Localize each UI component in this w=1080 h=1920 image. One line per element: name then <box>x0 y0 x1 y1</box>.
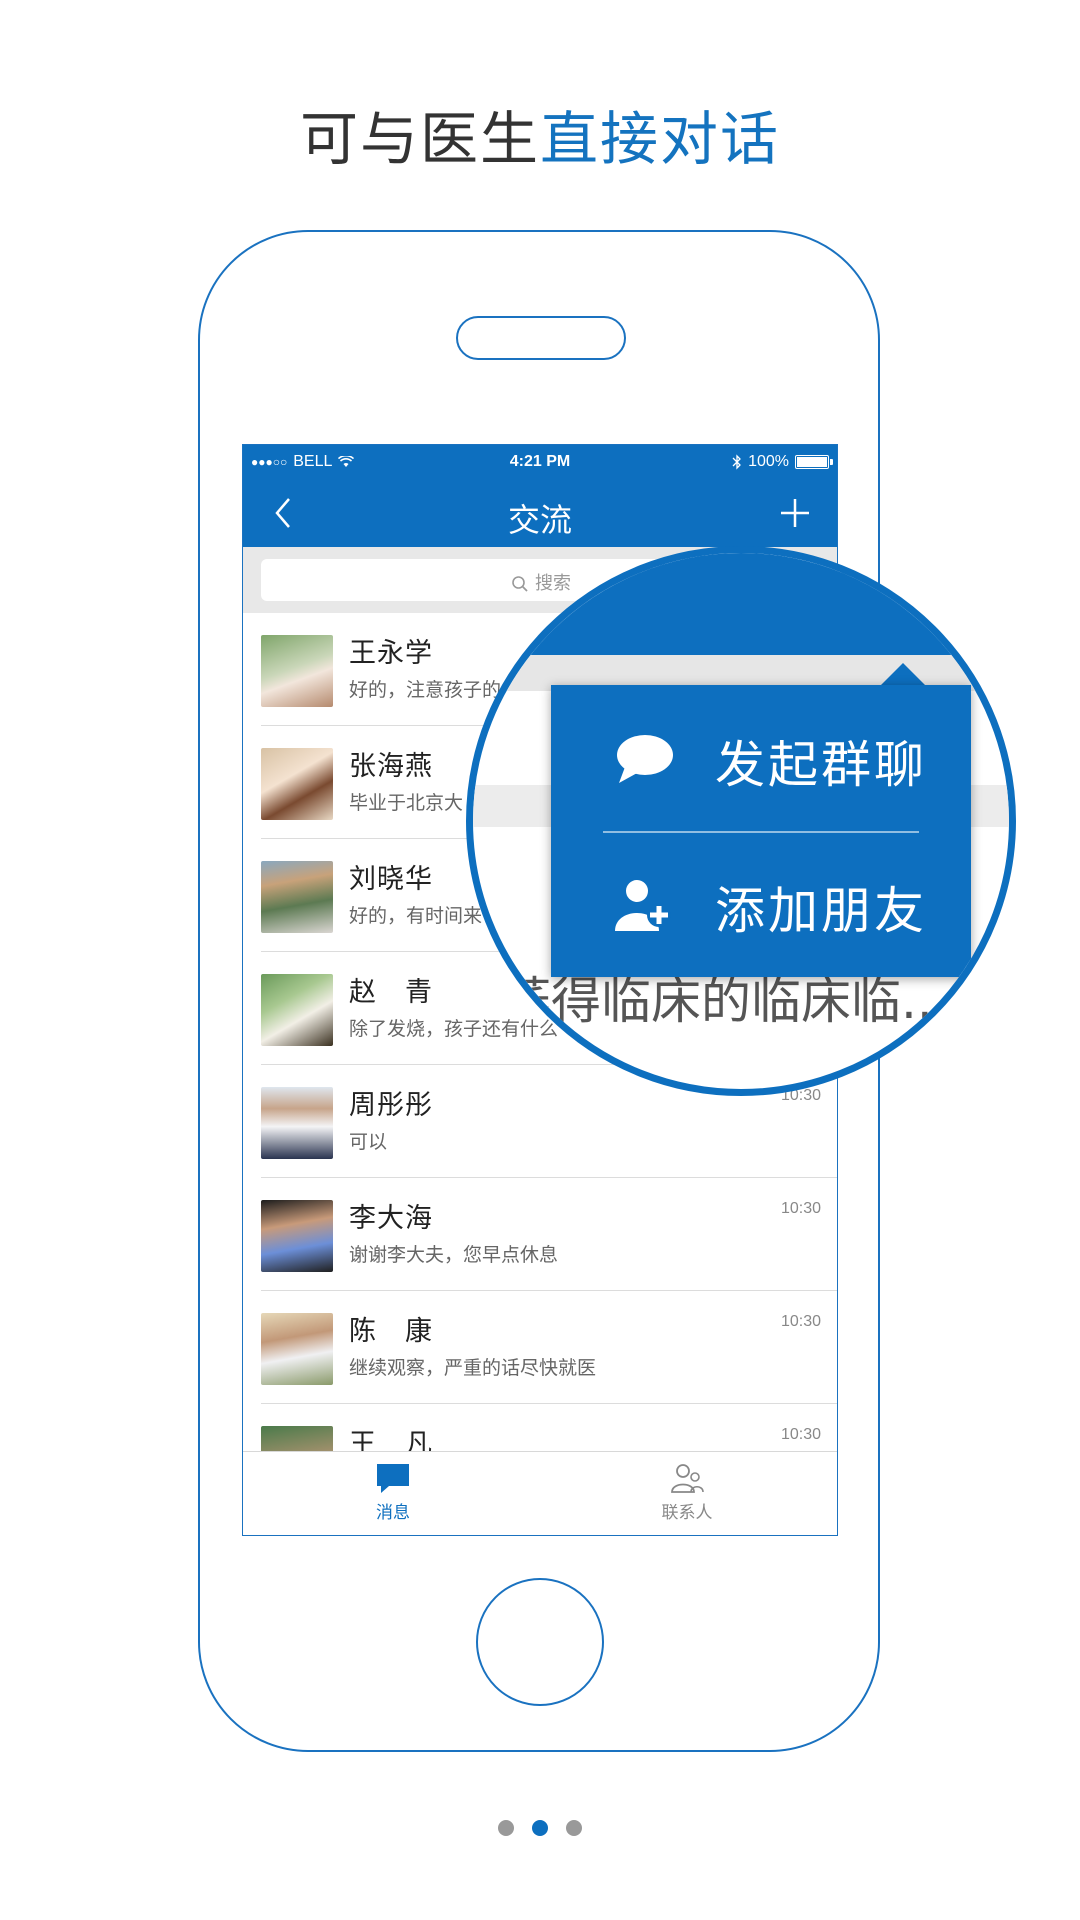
magnifier-zoom: 荞得临床的临床临... 发起群聊 添加朋友 <box>466 546 1016 1096</box>
message-time: 10:30 <box>780 1426 821 1443</box>
contact-name: 周彤彤 <box>349 1090 433 1121</box>
contact-name: 李大海 <box>349 1203 433 1234</box>
avatar <box>261 1087 333 1159</box>
headline-plain: 可与医生 <box>299 105 540 173</box>
status-bar: ●●●○○ BELL 4:21 PM 100% <box>243 445 837 479</box>
nav-bar: 交流 <box>243 479 837 547</box>
popup-caret <box>879 663 927 687</box>
battery-icon <box>795 455 833 469</box>
avatar <box>261 748 333 820</box>
add-friend-icon <box>615 880 671 931</box>
nav-title: 交流 <box>507 501 572 539</box>
battery-percent: 100% <box>748 453 789 470</box>
message-time: 10:30 <box>780 1200 821 1217</box>
menu-item-add-friend[interactable]: 添加朋友 <box>551 831 971 977</box>
last-message: 可以 <box>349 1131 388 1153</box>
menu-item-group-chat[interactable]: 发起群聊 <box>551 685 971 831</box>
last-message: 继续观察，严重的话尽快就医 <box>349 1357 597 1379</box>
tab-contacts-label: 联系人 <box>661 1503 713 1523</box>
conversation-row[interactable]: 陈 康 继续观察，严重的话尽快就医 10:30 <box>243 1291 837 1404</box>
last-message: 好的，有时间来 <box>349 905 483 927</box>
contact-name: 陈 康 <box>349 1316 433 1347</box>
phone-home-button[interactable] <box>476 1578 604 1706</box>
menu-item-label: 添加朋友 <box>715 882 927 940</box>
avatar <box>261 861 333 933</box>
contacts-icon <box>671 1464 704 1493</box>
tab-bar: 消息 联系人 <box>243 1451 837 1535</box>
conversation-row[interactable]: 李大海 谢谢李大夫，您早点休息 10:30 <box>243 1178 837 1291</box>
bluetooth-icon <box>732 454 741 470</box>
phone-speaker <box>456 316 626 360</box>
page-dot[interactable] <box>498 1820 514 1836</box>
headline-accent: 直接对话 <box>540 105 781 173</box>
menu-item-label: 发起群聊 <box>715 736 927 794</box>
avatar <box>261 1313 333 1385</box>
message-time: 10:30 <box>780 1313 821 1330</box>
popup-menu: 发起群聊 添加朋友 <box>551 685 971 977</box>
tab-messages[interactable]: 消息 <box>333 1462 453 1523</box>
contact-name: 赵 青 <box>349 977 433 1008</box>
page-headline: 可与医生直接对话 <box>0 92 1080 176</box>
tab-messages-label: 消息 <box>376 1503 410 1523</box>
page-dot-active[interactable] <box>532 1820 548 1836</box>
contact-name: 刘晓华 <box>349 864 433 895</box>
add-plus-icon[interactable] <box>775 493 815 533</box>
last-message: 谢谢李大夫，您早点休息 <box>349 1244 559 1266</box>
page-indicator <box>0 1820 1080 1840</box>
contact-name: 王永学 <box>349 638 433 669</box>
chat-bubble-icon <box>617 735 673 783</box>
avatar <box>261 635 333 707</box>
last-message: 毕业于北京大 <box>349 792 464 814</box>
page-dot[interactable] <box>566 1820 582 1836</box>
avatar <box>261 1200 333 1272</box>
avatar <box>261 974 333 1046</box>
tab-contacts[interactable]: 联系人 <box>627 1462 747 1523</box>
contact-name: 张海燕 <box>349 751 433 782</box>
message-icon <box>377 1464 409 1493</box>
